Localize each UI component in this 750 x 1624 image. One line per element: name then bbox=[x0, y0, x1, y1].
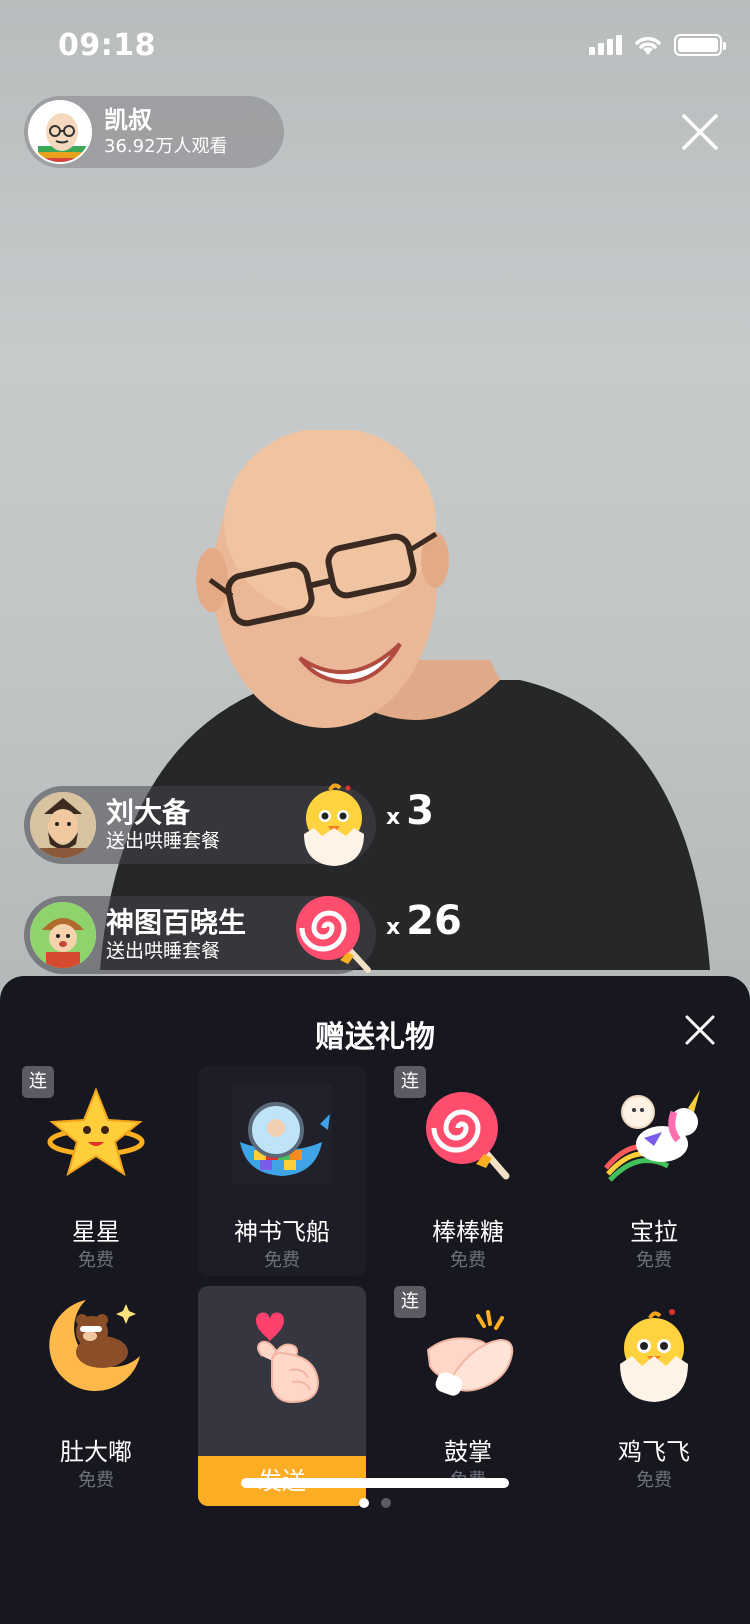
host-info-pill[interactable]: 凯叔 36.92万人观看 bbox=[24, 96, 284, 168]
whale-spaceship-icon bbox=[232, 1084, 332, 1184]
sender-message: 送出哄睡套餐 bbox=[106, 830, 221, 852]
close-live-icon[interactable] bbox=[680, 112, 720, 152]
gift-item-book-spaceship[interactable]: 神书飞船 免费 bbox=[198, 1066, 366, 1276]
count-value: 26 bbox=[406, 898, 462, 944]
wifi-icon bbox=[635, 36, 661, 55]
sender-avatar-illustration bbox=[30, 792, 96, 858]
gift-item-unicorn[interactable]: 宝拉 免费 bbox=[570, 1066, 738, 1276]
gift-panel-title: 赠送礼物 bbox=[315, 1020, 435, 1055]
sender-message: 送出哄睡套餐 bbox=[106, 940, 221, 962]
star-icon bbox=[47, 1087, 145, 1177]
live-video-stage: 09:18 凯叔 36.92万人观看 刘大备 送出哄睡套餐 x 3 神图百晓生 … bbox=[0, 0, 750, 1624]
gift-name: 鸡飞飞 bbox=[618, 1438, 690, 1466]
status-time: 09:18 bbox=[58, 28, 156, 63]
gift-price: 免费 bbox=[450, 1250, 486, 1271]
viewer-count: 36.92万人观看 bbox=[104, 136, 228, 157]
host-avatar-illustration bbox=[30, 102, 90, 162]
sender-avatar-illustration bbox=[30, 902, 96, 968]
gift-item-star[interactable]: 连 星星 免费 bbox=[12, 1066, 180, 1276]
chick-in-egg-icon bbox=[620, 1309, 688, 1402]
battery-icon bbox=[674, 34, 726, 56]
gift-price: 免费 bbox=[636, 1250, 672, 1271]
sender-avatar[interactable] bbox=[30, 792, 96, 858]
gift-notification: 神图百晓生 送出哄睡套餐 bbox=[24, 896, 376, 974]
gift-name: 鼓掌 bbox=[444, 1438, 492, 1466]
close-icon[interactable] bbox=[684, 1014, 716, 1046]
gift-item-chick[interactable]: 鸡飞飞 免费 bbox=[570, 1286, 738, 1496]
gift-name: 棒棒糖 bbox=[432, 1218, 504, 1246]
chick-in-egg-icon bbox=[304, 783, 364, 866]
page-indicator bbox=[0, 1498, 750, 1508]
count-multiplier: x bbox=[386, 915, 401, 940]
gift-price: 免费 bbox=[636, 1470, 672, 1491]
gift-name: 星星 bbox=[72, 1218, 120, 1246]
gift-item-bear-moon[interactable]: 肚大嘟 免费 bbox=[12, 1286, 180, 1496]
bear-on-moon-icon bbox=[49, 1300, 140, 1392]
host-avatar[interactable] bbox=[28, 100, 92, 164]
gift-count: x 3 bbox=[386, 788, 434, 834]
sender-avatar[interactable] bbox=[30, 902, 96, 968]
unicorn-icon bbox=[604, 1090, 700, 1182]
gift-price: 免费 bbox=[264, 1250, 300, 1271]
signal-icon bbox=[589, 35, 622, 55]
lollipop-icon bbox=[296, 896, 371, 973]
count-value: 3 bbox=[406, 788, 435, 834]
home-indicator[interactable] bbox=[241, 1478, 509, 1488]
streamer-video bbox=[100, 430, 710, 970]
gift-price: 免费 bbox=[78, 1250, 114, 1271]
gift-price: 免费 bbox=[78, 1470, 114, 1491]
gift-panel: 赠送礼物 连 星星 免费 神书飞船 免费 连 棒棒糖 免费 宝拉 免费 肚大嘟 … bbox=[0, 976, 750, 1624]
status-icons bbox=[589, 34, 726, 56]
gift-item-clapping[interactable]: 连 鼓掌 免费 bbox=[384, 1286, 552, 1496]
finger-heart-icon bbox=[256, 1312, 320, 1404]
clapping-hands-icon bbox=[426, 1310, 514, 1396]
gift-name: 宝拉 bbox=[630, 1218, 678, 1246]
sender-name: 神图百晓生 bbox=[106, 906, 247, 939]
gift-name: 肚大嘟 bbox=[60, 1438, 132, 1466]
page-dot-active[interactable] bbox=[359, 1498, 369, 1508]
gift-count: x 26 bbox=[386, 898, 462, 944]
gift-item-finger-heart[interactable]: 发送 bbox=[198, 1286, 366, 1506]
gift-item-lollipop[interactable]: 连 棒棒糖 免费 bbox=[384, 1066, 552, 1276]
count-multiplier: x bbox=[386, 805, 401, 830]
gift-name: 神书飞船 bbox=[234, 1218, 330, 1246]
gift-notification: 刘大备 送出哄睡套餐 bbox=[24, 783, 376, 866]
lollipop-icon bbox=[426, 1092, 510, 1180]
host-name: 凯叔 bbox=[104, 106, 152, 134]
page-dot[interactable] bbox=[381, 1498, 391, 1508]
sender-name: 刘大备 bbox=[106, 796, 191, 829]
